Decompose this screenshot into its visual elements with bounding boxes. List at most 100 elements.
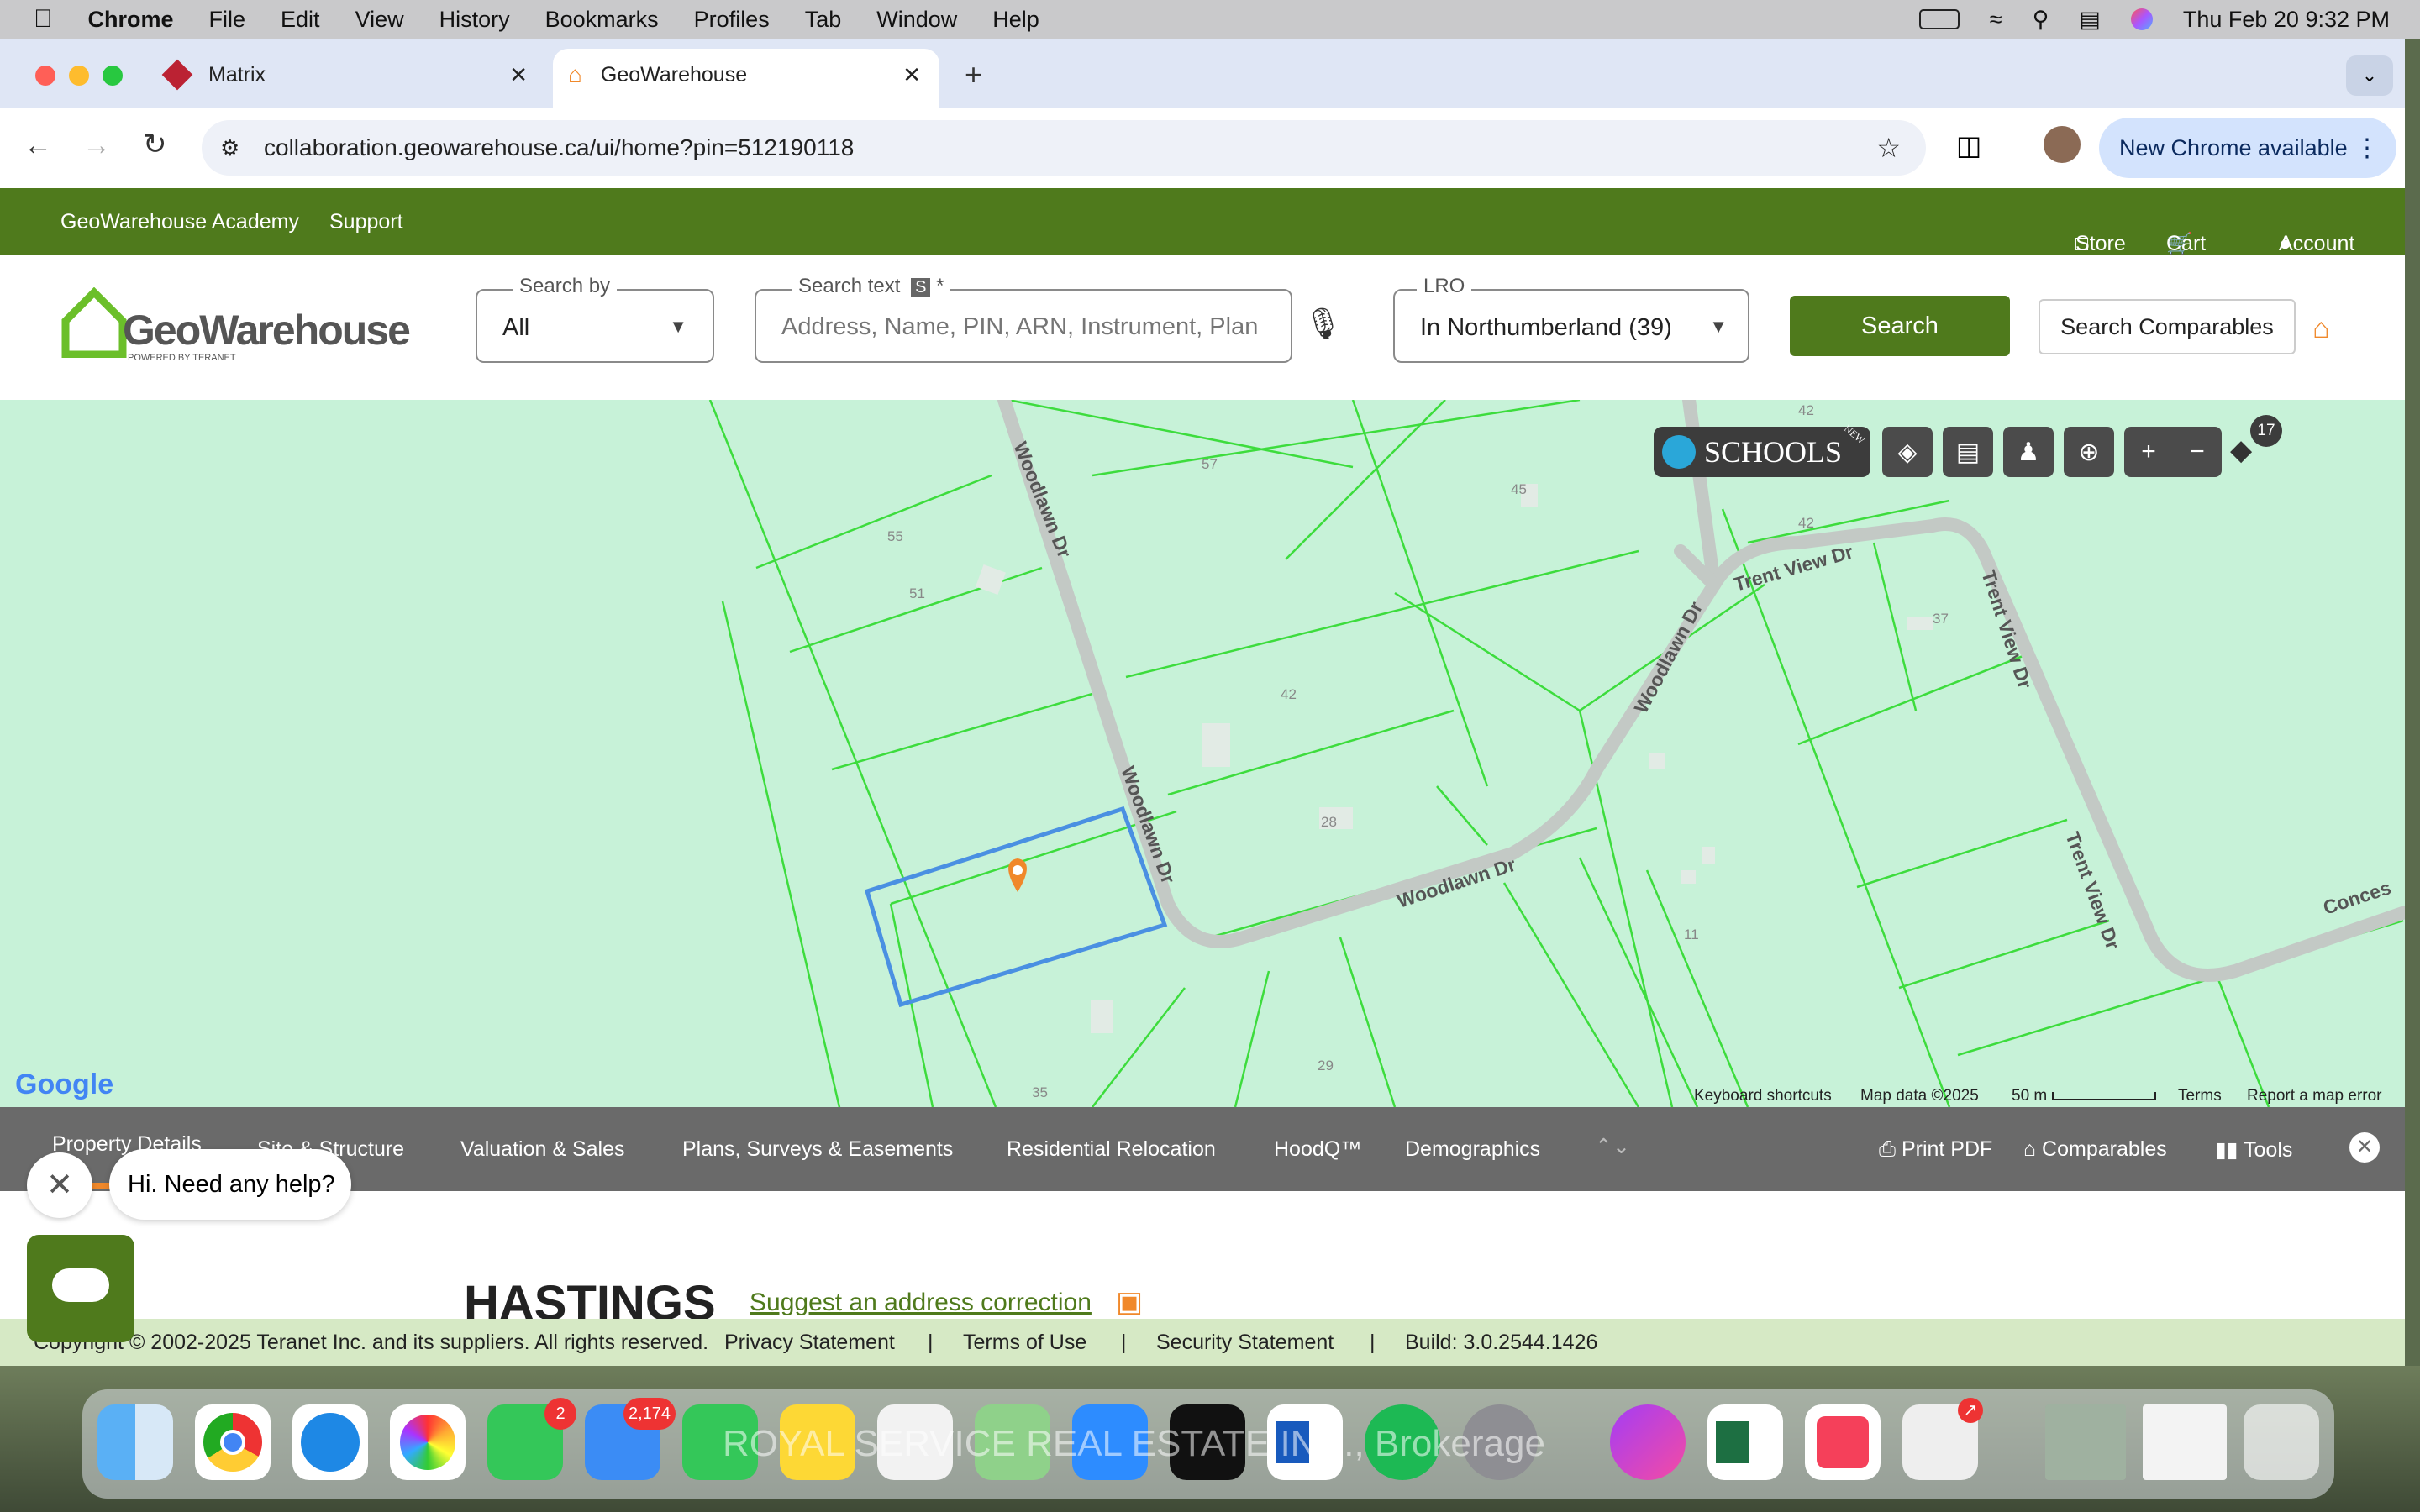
menu-history[interactable]: History [439,7,510,33]
my-location-icon[interactable]: ⊕ [2064,427,2114,477]
suggest-address-link[interactable]: Suggest an address correction [750,1289,1092,1317]
voice-search-muted-icon[interactable]: 🎙 [1304,306,1343,341]
menu-help[interactable]: Help [992,7,1039,33]
selected-parcel-outline[interactable] [864,806,1168,1008]
support-link[interactable]: Support [329,210,403,234]
menubar-clock[interactable]: Thu Feb 20 9:32 PM [2183,7,2390,33]
schools-button[interactable]: SCHOOLS NEW [1654,423,1870,477]
zoom-controls: + − [2124,427,2222,477]
downloads-stack-icon[interactable] [2143,1404,2227,1480]
zoom-in-icon[interactable]: + [2141,438,2156,466]
apple-icon[interactable]:  [34,5,53,34]
menu-app-name[interactable]: Chrome [88,7,174,33]
battery-icon[interactable] [1918,9,1960,29]
chat-dismiss-icon[interactable]: ✕ [27,1152,92,1218]
extensions-icon[interactable]: ◫ [1956,129,1981,161]
forward-arrow-icon[interactable]: → [82,129,111,162]
reload-icon[interactable]: ↻ [143,128,167,161]
control-center-icon[interactable]: ▤ [2079,7,2101,33]
report-map-error-link[interactable]: Report a map error [2247,1087,2382,1105]
scale-label: 50 m [2012,1087,2048,1105]
terms-of-use-link[interactable]: Terms of Use [963,1331,1086,1355]
security-statement-link[interactable]: Security Statement [1156,1331,1334,1355]
search-comparables-button[interactable]: Search Comparables [2039,299,2296,354]
kebab-menu-icon[interactable]: ⋮ [2354,134,2380,163]
tab-valuation-sales[interactable]: Valuation & Sales [460,1137,625,1162]
address-bar[interactable]: ⚙ collaboration.geowarehouse.ca/ui/home?… [202,120,1926,176]
search-button[interactable]: Search [1790,296,2010,356]
tab-plans-surveys[interactable]: Plans, Surveys & Easements [682,1137,953,1162]
news-icon[interactable] [1805,1404,1881,1480]
window-close-button[interactable] [35,66,55,86]
spotlight-search-icon[interactable]: ⚲ [2033,7,2049,33]
tab-search-chevron-icon[interactable]: ⌄ [2346,55,2393,96]
address-map-icon[interactable]: ▣ [1116,1285,1143,1319]
lot-number: 42 [1281,686,1297,702]
tab-close-icon[interactable]: ✕ [902,62,921,88]
map-terms-link[interactable]: Terms [2178,1087,2222,1105]
privacy-statement-link[interactable]: Privacy Statement [724,1331,895,1355]
map-type-icon[interactable]: ▤ [1943,427,1993,477]
expand-collapse-icon[interactable]: ⌃⌄ [1595,1134,1630,1159]
menu-file[interactable]: File [209,7,246,33]
comparables-houses-icon[interactable]: ⌂ [2312,312,2330,345]
safari-icon[interactable] [292,1404,368,1480]
photos-icon[interactable] [390,1404,466,1480]
tab-hoodq[interactable]: HoodQ™ [1274,1137,1361,1162]
map-canvas[interactable]: Woodlawn Dr Woodlawn Dr Woodlawn Dr Wood… [0,400,2405,1107]
back-arrow-icon[interactable]: ← [24,129,52,162]
lro-select[interactable]: LRO In Northumberland (39) ▼ [1393,275,1749,363]
dropdown-caret-icon: ▼ [669,316,687,337]
tab-geowarehouse[interactable]: ⌂ GeoWarehouse ✕ [568,49,929,101]
zoom-out-icon[interactable]: − [2190,438,2205,466]
menu-bookmarks[interactable]: Bookmarks [545,7,659,33]
menu-tab[interactable]: Tab [805,7,842,33]
tab-matrix[interactable]: Matrix ✕ [161,49,536,101]
site-top-nav: GeoWarehouse Academy Support □ Store 🛒 C… [0,188,2405,280]
property-content: HASTINGS Suggest an address correction ▣ [0,1191,2405,1331]
street-view-pegman-icon[interactable]: ♟ [2003,427,2054,477]
print-pdf-button[interactable]: ⎙ Print PDF [1879,1137,1992,1162]
messenger-icon[interactable] [1610,1404,1686,1480]
map-pin-icon[interactable] [1008,858,1027,892]
messages-badge: 2 [544,1398,576,1430]
keyboard-shortcuts-link[interactable]: Keyboard shortcuts [1694,1087,1832,1105]
siri-icon[interactable] [2130,8,2153,30]
search-text-field[interactable]: Search text S * [755,275,1292,363]
search-by-select[interactable]: Search by All ▼ [476,275,714,363]
menu-edit[interactable]: Edit [281,7,320,33]
new-chrome-available-button[interactable]: New Chrome available ⋮ [2099,118,2396,178]
tab-demographics[interactable]: Demographics [1405,1137,1540,1162]
tab-residential-relocation[interactable]: Residential Relocation [1007,1137,1216,1162]
saved-layers-icon[interactable]: ◆ [2230,433,2252,467]
tools-button[interactable]: ▮▮ Tools [2215,1137,2292,1163]
parcel-map[interactable]: Woodlawn Dr Woodlawn Dr Woodlawn Dr Wood… [0,400,2405,1107]
academy-link[interactable]: GeoWarehouse Academy [60,210,299,234]
search-by-label: Search by [513,275,618,298]
window-minimize-button[interactable] [69,66,89,86]
chrome-icon[interactable] [195,1404,271,1480]
chat-prompt-bubble[interactable]: Hi. Need any help? [109,1149,351,1220]
map-scale: 50 m [2012,1087,2156,1105]
geowarehouse-logo[interactable]: GeoWarehouse POWERED BY TERANET [60,287,413,363]
bookmark-star-icon[interactable]: ☆ [1876,132,1901,164]
excel-icon[interactable] [1707,1404,1783,1480]
chat-launcher-button[interactable] [27,1235,134,1342]
profile-avatar[interactable] [2044,126,2081,163]
close-panel-icon[interactable]: ✕ [2349,1132,2380,1163]
menu-window[interactable]: Window [876,7,957,33]
search-input[interactable] [780,306,1270,348]
finder-icon[interactable] [97,1404,173,1480]
comparables-button[interactable]: ⌂ Comparables [2023,1137,2167,1162]
new-tab-button[interactable]: + [965,57,982,92]
tab-close-icon[interactable]: ✕ [509,62,528,88]
lot-number: 57 [1202,456,1218,472]
menu-profiles[interactable]: Profiles [694,7,770,33]
site-info-icon[interactable]: ⚙ [220,135,239,161]
layers-stack-icon[interactable]: ◈ [1882,427,1933,477]
trash-icon[interactable] [2244,1404,2319,1480]
wifi-icon[interactable]: ≈ [1990,7,2002,33]
recent-document-thumbnail[interactable] [2045,1404,2126,1480]
window-zoom-button[interactable] [103,66,123,86]
menu-view[interactable]: View [355,7,404,33]
